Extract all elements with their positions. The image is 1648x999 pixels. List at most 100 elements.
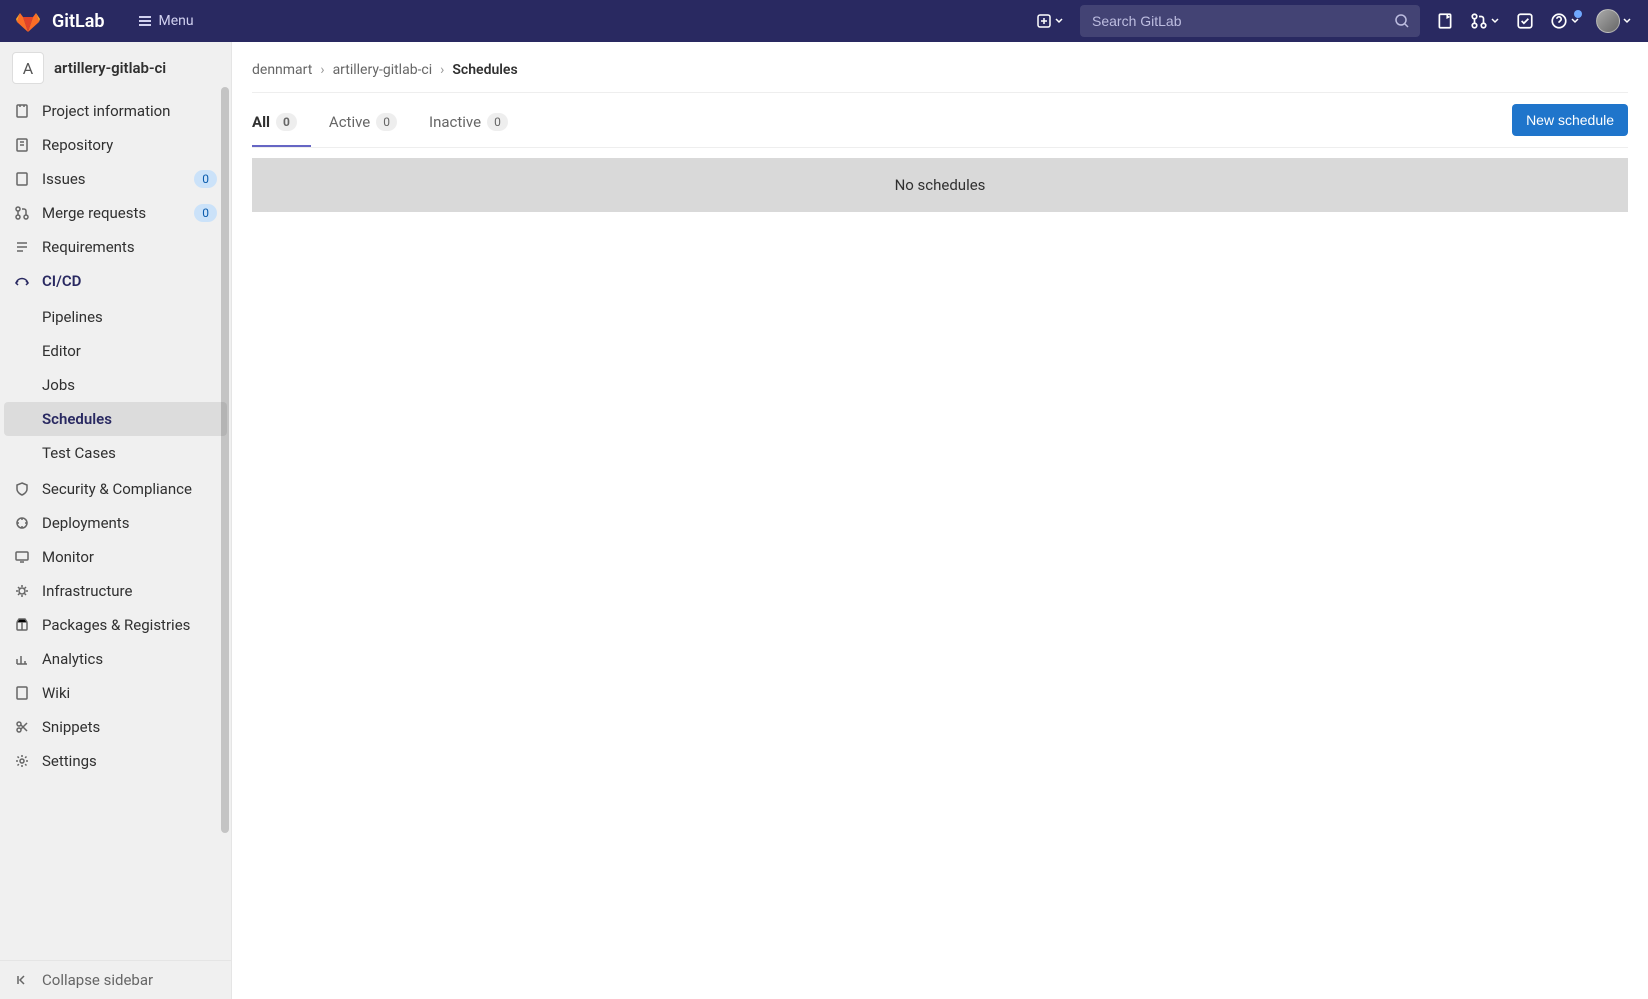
shield-icon <box>14 481 30 497</box>
sub-item-pipelines[interactable]: Pipelines <box>0 300 231 334</box>
cicd-icon <box>14 273 30 289</box>
top-nav-left: GitLab Menu <box>16 9 194 33</box>
divider <box>252 92 1628 93</box>
collapse-sidebar-button[interactable]: Collapse sidebar <box>0 960 231 999</box>
tab-count: 0 <box>487 113 508 131</box>
cicd-sub-items: Pipelines Editor Jobs Schedules Test Cas… <box>0 298 231 472</box>
menu-label: Menu <box>159 13 194 29</box>
sidebar-item-label: Wiki <box>42 684 70 702</box>
tab-inactive[interactable]: Inactive 0 <box>429 101 522 147</box>
book-icon <box>14 685 30 701</box>
sidebar-item-wiki[interactable]: Wiki <box>0 676 231 710</box>
new-dropdown-button[interactable] <box>1036 13 1064 29</box>
sidebar-item-label: Project information <box>42 102 170 120</box>
sidebar-item-label: Settings <box>42 752 97 770</box>
search-icon[interactable] <box>1394 13 1410 29</box>
search-input[interactable] <box>1080 5 1420 37</box>
avatar <box>1596 9 1620 33</box>
tab-label: Inactive <box>429 113 481 131</box>
sidebar-item-deployments[interactable]: Deployments <box>0 506 231 540</box>
rocket-icon <box>14 515 30 531</box>
sidebar-scroll: A artillery-gitlab-ci Project informatio… <box>0 42 231 960</box>
tab-all[interactable]: All 0 <box>252 101 311 147</box>
sub-item-schedules[interactable]: Schedules <box>4 402 227 436</box>
package-icon <box>14 617 30 633</box>
sidebar-item-merge-requests[interactable]: Merge requests 0 <box>0 196 231 230</box>
project-name: artillery-gitlab-ci <box>54 59 166 77</box>
sub-item-jobs[interactable]: Jobs <box>0 368 231 402</box>
issues-icon <box>14 171 30 187</box>
help-nav-icon[interactable] <box>1550 12 1580 30</box>
issues-nav-icon[interactable] <box>1436 12 1454 30</box>
sidebar-item-analytics[interactable]: Analytics <box>0 642 231 676</box>
chevron-right-icon: › <box>320 62 324 78</box>
sidebar-item-snippets[interactable]: Snippets <box>0 710 231 744</box>
sidebar-item-project-info[interactable]: Project information <box>0 94 231 128</box>
sidebar-item-packages[interactable]: Packages & Registries <box>0 608 231 642</box>
chevron-right-icon: › <box>440 62 444 78</box>
chevron-down-icon <box>1490 16 1500 26</box>
sidebar-item-label: Monitor <box>42 548 94 566</box>
sidebar-item-cicd[interactable]: CI/CD <box>0 264 231 298</box>
breadcrumb-item[interactable]: artillery-gitlab-ci <box>333 62 433 78</box>
analytics-icon <box>14 651 30 667</box>
top-nav: GitLab Menu <box>0 0 1648 42</box>
sidebar-item-security[interactable]: Security & Compliance <box>0 472 231 506</box>
empty-state: No schedules <box>252 158 1628 212</box>
tab-label: Active <box>329 113 370 131</box>
repository-icon <box>14 137 30 153</box>
tab-count: 0 <box>376 113 397 131</box>
sidebar-item-label: Requirements <box>42 238 135 256</box>
count-badge: 0 <box>194 204 217 222</box>
brand-name[interactable]: GitLab <box>52 11 105 32</box>
sidebar: A artillery-gitlab-ci Project informatio… <box>0 42 232 999</box>
sub-item-editor[interactable]: Editor <box>0 334 231 368</box>
gitlab-logo-icon[interactable] <box>16 9 40 33</box>
requirements-icon <box>14 239 30 255</box>
tab-active[interactable]: Active 0 <box>329 101 411 147</box>
sidebar-item-label: Deployments <box>42 514 129 532</box>
project-info-icon <box>14 103 30 119</box>
sidebar-item-repository[interactable]: Repository <box>0 128 231 162</box>
search-container <box>1080 5 1420 37</box>
monitor-icon <box>14 549 30 565</box>
hamburger-icon <box>137 13 153 29</box>
breadcrumb-current: Schedules <box>452 62 517 78</box>
collapse-label: Collapse sidebar <box>42 971 153 989</box>
chevron-down-icon <box>1622 16 1632 26</box>
breadcrumb: dennmart › artillery-gitlab-ci › Schedul… <box>252 58 1628 92</box>
tabs-row: All 0 Active 0 Inactive 0 New schedule <box>252 101 1628 148</box>
new-schedule-button[interactable]: New schedule <box>1512 104 1628 136</box>
collapse-icon <box>14 972 30 988</box>
sidebar-item-requirements[interactable]: Requirements <box>0 230 231 264</box>
sidebar-item-label: Snippets <box>42 718 100 736</box>
gear-icon <box>14 753 30 769</box>
sidebar-item-issues[interactable]: Issues 0 <box>0 162 231 196</box>
sidebar-item-label: Packages & Registries <box>42 616 190 634</box>
sidebar-scrollbar[interactable] <box>219 42 231 999</box>
sidebar-item-label: Merge requests <box>42 204 146 222</box>
user-menu[interactable] <box>1596 9 1632 33</box>
breadcrumb-item[interactable]: dennmart <box>252 62 312 78</box>
menu-button[interactable]: Menu <box>137 13 194 29</box>
sidebar-item-monitor[interactable]: Monitor <box>0 540 231 574</box>
count-badge: 0 <box>194 170 217 188</box>
sidebar-item-settings[interactable]: Settings <box>0 744 231 778</box>
chevron-down-icon <box>1054 16 1064 26</box>
sidebar-item-infrastructure[interactable]: Infrastructure <box>0 574 231 608</box>
scrollbar-thumb[interactable] <box>221 87 229 833</box>
sidebar-item-label: Security & Compliance <box>42 480 192 498</box>
sub-item-test-cases[interactable]: Test Cases <box>0 436 231 470</box>
project-header[interactable]: A artillery-gitlab-ci <box>0 42 231 94</box>
sidebar-item-label: Infrastructure <box>42 582 132 600</box>
merge-requests-icon <box>14 205 30 221</box>
project-avatar: A <box>12 52 44 84</box>
merge-requests-nav-icon[interactable] <box>1470 12 1500 30</box>
sidebar-item-label: Repository <box>42 136 113 154</box>
notification-dot-icon <box>1574 10 1582 18</box>
cloud-gear-icon <box>14 583 30 599</box>
scissors-icon <box>14 719 30 735</box>
tab-label: All <box>252 113 270 131</box>
main-content: dennmart › artillery-gitlab-ci › Schedul… <box>232 42 1648 999</box>
todos-nav-icon[interactable] <box>1516 12 1534 30</box>
